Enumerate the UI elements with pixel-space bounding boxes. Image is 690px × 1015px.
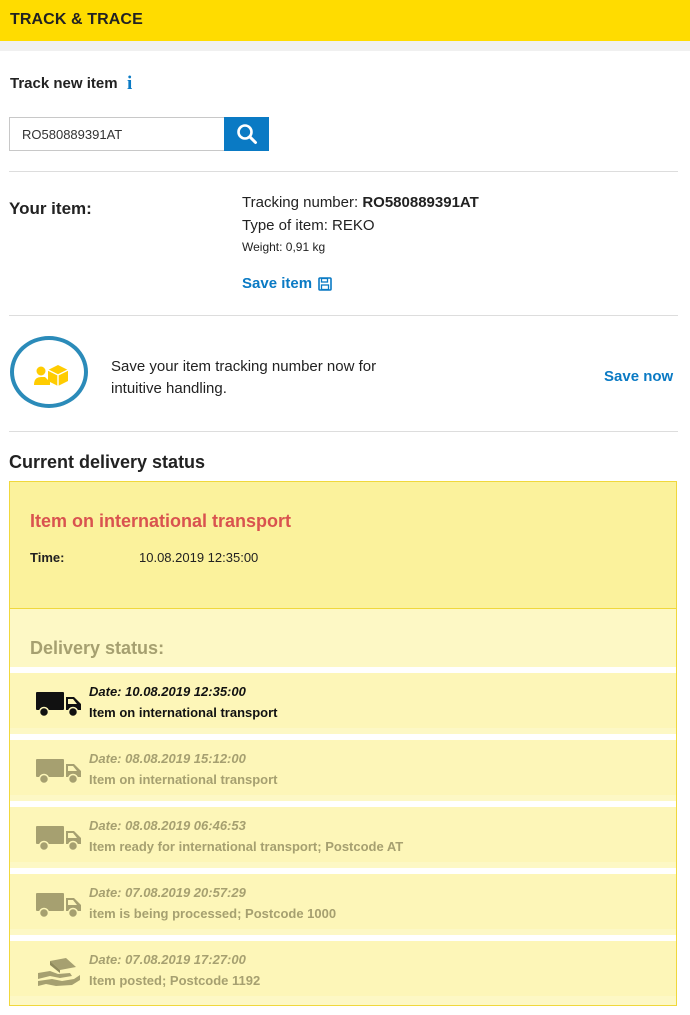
tracking-number-input[interactable]	[9, 117, 225, 151]
item-weight: Weight: 0,91 kg	[242, 240, 326, 254]
event-date: Date: 10.08.2019 12:35:00	[89, 684, 246, 699]
floppy-disk-icon	[318, 276, 332, 291]
item-type-line: Type of item: REKO	[242, 217, 375, 234]
divider	[9, 171, 678, 172]
event-date: Date: 07.08.2019 20:57:29	[89, 885, 246, 900]
event-description: item is being processed; Postcode 1000	[89, 906, 337, 921]
truck-icon	[36, 826, 81, 852]
event-description: Item on international transport	[89, 772, 278, 787]
status-event: Date: 10.08.2019 12:35:00 Item on intern…	[10, 667, 676, 728]
item-type-value: REKO	[332, 217, 375, 234]
status-event: Date: 08.08.2019 15:12:00 Item on intern…	[10, 734, 676, 795]
person-parcel-icon	[34, 365, 69, 386]
divider	[9, 431, 678, 432]
tracking-number-line: Tracking number: RO580889391AT	[242, 194, 479, 211]
current-status-headline: Item on international transport	[30, 511, 292, 531]
delivery-status-panel: Delivery status: Date: 10.08.2019 12:35:…	[9, 609, 677, 1006]
status-event: Date: 07.08.2019 17:27:00 Item posted; P…	[10, 935, 676, 996]
delivery-status-title: Delivery status:	[30, 638, 165, 658]
time-value: 10.08.2019 12:35:00	[139, 550, 259, 565]
time-label: Time:	[30, 550, 65, 565]
app-title: TRACK & TRACE	[10, 11, 143, 28]
status-event: Date: 07.08.2019 20:57:29 item is being …	[10, 868, 676, 929]
top-bar: TRACK & TRACE	[0, 0, 690, 41]
current-status-title: Current delivery status	[9, 452, 206, 472]
event-date: Date: 08.08.2019 15:12:00	[89, 751, 246, 766]
track-new-item-label: Track new item	[10, 75, 118, 92]
divider	[9, 315, 678, 316]
save-item-link[interactable]: Save item	[242, 275, 332, 292]
truck-icon	[36, 893, 81, 919]
event-date: Date: 08.08.2019 06:46:53	[89, 818, 246, 833]
hand-parcel-icon	[38, 958, 80, 986]
save-promo-text: Save your item tracking number now for i…	[111, 358, 377, 397]
item-type-label: Type of item:	[242, 217, 333, 234]
tracking-number-value: RO580889391AT	[362, 194, 479, 211]
truck-icon	[36, 692, 81, 718]
info-icon[interactable]: i	[127, 73, 132, 95]
event-description: Item posted; Postcode 1192	[89, 973, 261, 988]
status-event: Date: 08.08.2019 06:46:53 Item ready for…	[10, 801, 676, 862]
save-now-link[interactable]: Save now	[604, 368, 673, 385]
truck-icon	[36, 759, 81, 785]
search-button[interactable]	[224, 117, 269, 151]
header-separator	[0, 41, 690, 51]
your-item-heading: Your item:	[9, 199, 92, 218]
event-date: Date: 07.08.2019 17:27:00	[89, 952, 246, 967]
event-description: Item on international transport	[89, 705, 278, 720]
tracking-number-label: Tracking number:	[242, 194, 363, 211]
current-status-panel: Item on international transport Time: 10…	[9, 481, 677, 609]
save-promo-badge	[10, 336, 88, 408]
save-item-label: Save item	[242, 275, 313, 292]
event-description: Item ready for international transport; …	[89, 839, 404, 854]
search-icon	[236, 124, 257, 144]
